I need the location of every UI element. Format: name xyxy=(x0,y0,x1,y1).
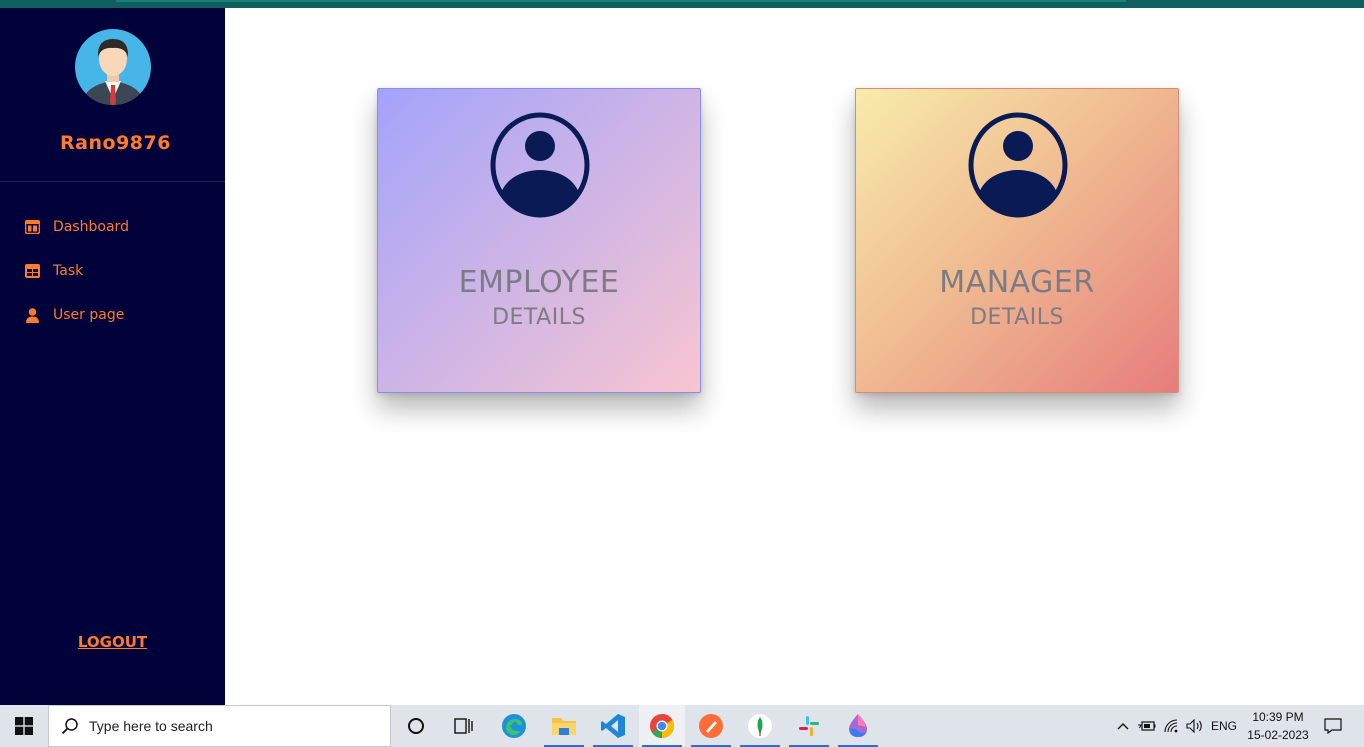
taskbar-search-box[interactable]: Type here to search xyxy=(48,705,391,747)
vscode-icon xyxy=(601,714,625,738)
card-subtitle: DETAILS xyxy=(970,305,1064,330)
sidebar-item-label: Dashboard xyxy=(53,219,129,235)
slack-icon xyxy=(799,716,819,736)
cortana-button[interactable] xyxy=(393,705,439,747)
show-hidden-icons-button[interactable] xyxy=(1114,705,1132,747)
clock-date: 15-02-2023 xyxy=(1247,728,1309,742)
chevron-up-icon xyxy=(1117,723,1129,730)
manager-details-card[interactable]: MANAGER DETAILS xyxy=(855,88,1179,393)
input-language-button[interactable]: ENG xyxy=(1208,705,1240,747)
paint-app[interactable] xyxy=(835,705,881,747)
mongodb-leaf-icon xyxy=(748,714,772,738)
card-subtitle: DETAILS xyxy=(492,305,586,330)
chrome-icon xyxy=(650,714,675,738)
wifi-button[interactable] xyxy=(1161,705,1183,747)
cortana-icon xyxy=(408,718,424,734)
sidebar-item-label: User page xyxy=(53,307,125,323)
clock-time: 10:39 PM xyxy=(1252,710,1304,724)
action-center-button[interactable] xyxy=(1318,705,1348,747)
windows-icon xyxy=(15,717,33,735)
sidebar-item-task[interactable]: Task xyxy=(24,260,83,282)
username: Rano9876 xyxy=(60,132,171,154)
vscode-app[interactable] xyxy=(590,705,636,747)
user-circle-icon xyxy=(489,112,591,218)
card-title: EMPLOYEE xyxy=(458,265,620,300)
chrome-app[interactable] xyxy=(639,705,685,747)
sidebar-item-user-page[interactable]: User page xyxy=(24,304,124,326)
search-placeholder: Type here to search xyxy=(89,718,213,734)
task-view-button[interactable] xyxy=(441,705,487,747)
user-icon xyxy=(24,307,40,323)
search-icon xyxy=(61,718,78,735)
notification-icon xyxy=(1324,718,1342,734)
slack-app[interactable] xyxy=(786,705,832,747)
task-view-icon xyxy=(454,718,473,734)
sidebar-item-label: Task xyxy=(53,263,84,279)
wifi-icon xyxy=(1164,719,1178,733)
sidebar-divider xyxy=(0,181,225,182)
tab-strip xyxy=(116,0,1126,2)
browser-top-strip xyxy=(0,0,1364,8)
mongodb-app[interactable] xyxy=(737,705,783,747)
edge-app[interactable] xyxy=(491,705,537,747)
paint-drop-icon xyxy=(848,714,868,737)
table-icon xyxy=(24,263,40,279)
sidebar: Rano9876 Dashboard Task User page LOGOUT xyxy=(0,8,225,705)
employee-details-card[interactable]: EMPLOYEE DETAILS xyxy=(377,88,701,393)
taskbar-clock[interactable]: 10:39 PM 15-02-2023 xyxy=(1246,708,1310,744)
volume-button[interactable] xyxy=(1184,705,1206,747)
postman-icon xyxy=(699,714,723,738)
sidebar-item-dashboard[interactable]: Dashboard xyxy=(24,216,129,238)
start-button[interactable] xyxy=(0,705,48,747)
card-title: MANAGER xyxy=(939,265,1095,300)
user-circle-icon xyxy=(967,112,1069,218)
battery-button[interactable] xyxy=(1136,705,1158,747)
language-indicator: ENG xyxy=(1210,719,1237,733)
speaker-icon xyxy=(1186,719,1202,733)
edge-icon xyxy=(502,714,526,738)
avatar xyxy=(75,27,151,107)
postman-app[interactable] xyxy=(688,705,734,747)
folder-icon xyxy=(552,718,576,735)
taskbar: Type here to search ENG 10:39 PM 15-02-2… xyxy=(0,705,1364,747)
file-explorer-app[interactable] xyxy=(541,705,587,747)
logout-link[interactable]: LOGOUT xyxy=(0,633,225,651)
battery-charging-icon xyxy=(1138,721,1156,731)
dashboard-icon xyxy=(24,219,40,235)
